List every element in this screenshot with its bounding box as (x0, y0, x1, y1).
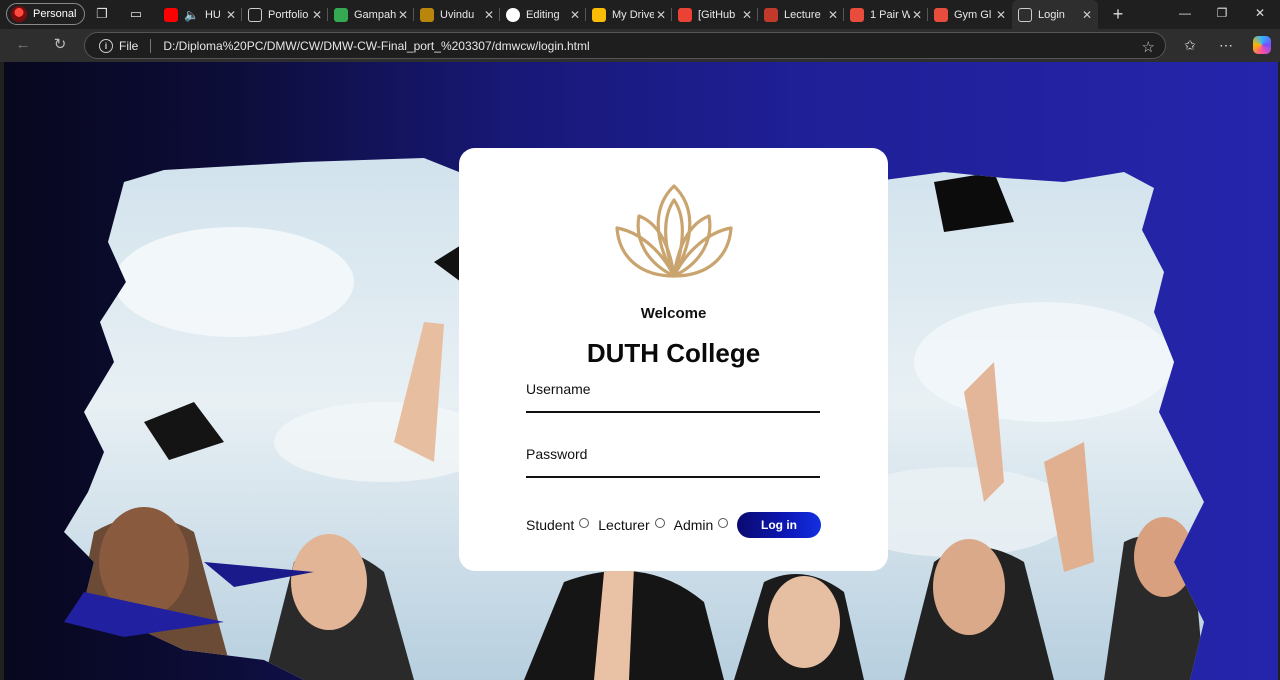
profile-avatar (11, 6, 27, 22)
shop-icon (850, 7, 864, 22)
close-tab-icon[interactable]: ✕ (740, 8, 754, 22)
gmail-icon (678, 7, 692, 22)
new-tab-icon[interactable]: + (1108, 4, 1128, 24)
drive-icon (592, 7, 606, 22)
site-icon (420, 7, 434, 22)
password-input[interactable] (526, 453, 820, 478)
tab-label: Uvindu (440, 8, 475, 21)
tab-hu[interactable]: 🔈 HU ✕ (158, 0, 242, 29)
restore-icon[interactable]: ❐ (1212, 6, 1232, 20)
close-tab-icon[interactable]: ✕ (482, 8, 496, 22)
welcome-heading: Welcome (640, 305, 707, 322)
role-label-lecturer: Lecturer (598, 517, 650, 533)
tab-lecture[interactable]: Lecture ✕ (758, 0, 844, 29)
page-icon (1018, 7, 1032, 22)
favorite-star-icon[interactable]: ☆ (1142, 38, 1155, 56)
url-text[interactable]: D:/Diploma%20PC/DMW/CW/DMW-CW-Final_port… (163, 39, 589, 53)
username-input[interactable] (526, 388, 820, 413)
tab-label: HU (204, 8, 221, 21)
github-icon (506, 7, 520, 22)
login-card: Welcome DUTH College Username Password S… (459, 148, 888, 571)
close-tab-icon[interactable]: ✕ (224, 8, 238, 22)
close-window-icon[interactable]: ✕ (1250, 6, 1270, 20)
role-radio-lecturer[interactable] (654, 518, 665, 528)
tab-editing[interactable]: Editing ✕ (500, 0, 586, 29)
close-tab-icon[interactable]: ✕ (654, 8, 668, 22)
close-tab-icon[interactable]: ✕ (1080, 8, 1094, 22)
tab-label: My Drive (612, 8, 654, 21)
youtube-icon (164, 7, 178, 22)
role-radio-student[interactable] (579, 518, 590, 528)
tab-1-pair[interactable]: 1 Pair W ✕ (844, 0, 928, 29)
tab-label: Login (1038, 8, 1065, 21)
tab-uvindu[interactable]: Uvindu ✕ (414, 0, 500, 29)
tab-label: Lecture (784, 8, 821, 21)
tab-list: 🔈 HU ✕ Portfolio ✕ Gampaha ✕ Uvindu ✕ Ed… (158, 0, 1098, 29)
scheme-label: File (119, 38, 139, 53)
site-icon (764, 7, 778, 22)
more-menu-icon[interactable]: ⋯ (1217, 37, 1235, 54)
browser-toolbar: ← ↻ i File D:/Diploma%20PC/DMW/CW/DMW-CW… (0, 29, 1280, 62)
role-radio-admin[interactable] (718, 518, 729, 528)
tab-gampaha[interactable]: Gampaha ✕ (328, 0, 414, 29)
tab-my-drive[interactable]: My Drive ✕ (586, 0, 672, 29)
shop-icon (934, 7, 948, 22)
tab-label: 1 Pair W (870, 8, 910, 21)
minimize-icon[interactable]: — (1175, 6, 1195, 20)
workspaces-icon[interactable]: ❐ (94, 6, 110, 22)
close-tab-icon[interactable]: ✕ (310, 8, 324, 22)
tab-login[interactable]: Login ✕ (1012, 0, 1098, 29)
profile-button[interactable]: Personal (6, 3, 86, 25)
role-label-admin: Admin (673, 517, 714, 533)
maps-icon (334, 7, 348, 22)
tab-portfolio[interactable]: Portfolio ✕ (242, 0, 328, 29)
lotus-logo-icon (615, 184, 733, 278)
tab-label: Gym Gl (954, 8, 992, 21)
college-title: DUTH College (586, 338, 761, 368)
address-divider (150, 38, 152, 53)
copilot-icon[interactable] (1253, 36, 1271, 54)
tab-gym[interactable]: Gym Gl ✕ (928, 0, 1012, 29)
tab-actions-icon[interactable]: ▭ (128, 6, 144, 22)
speaker-icon[interactable]: 🔈 (184, 8, 199, 22)
profile-label: Personal (33, 8, 77, 20)
page-icon (248, 7, 262, 22)
tab-label: Editing (526, 8, 560, 21)
page-viewport: Welcome DUTH College Username Password S… (4, 62, 1278, 680)
site-info-icon[interactable]: i (99, 38, 113, 53)
login-button[interactable]: Log in (737, 512, 821, 538)
tab-label: Portfolio (268, 8, 309, 21)
tab-strip: Personal ❐ ▭ 🔈 HU ✕ Portfolio ✕ Gampaha … (0, 0, 1280, 29)
close-tab-icon[interactable]: ✕ (910, 8, 924, 22)
tab-github[interactable]: [GitHub ✕ (672, 0, 758, 29)
address-bar[interactable]: i File D:/Diploma%20PC/DMW/CW/DMW-CW-Fin… (84, 32, 1166, 59)
back-icon[interactable]: ← (14, 36, 32, 54)
close-tab-icon[interactable]: ✕ (994, 8, 1008, 22)
tab-label: Gampaha (354, 8, 396, 21)
close-tab-icon[interactable]: ✕ (826, 8, 840, 22)
role-label-student: Student (526, 517, 575, 533)
favorites-icon[interactable]: ✩ (1181, 37, 1199, 54)
tab-label: [GitHub (698, 8, 736, 21)
close-tab-icon[interactable]: ✕ (568, 8, 582, 22)
refresh-icon[interactable]: ↻ (51, 36, 69, 54)
role-selector: Student Lecturer Admin (526, 512, 737, 538)
close-tab-icon[interactable]: ✕ (396, 8, 410, 22)
